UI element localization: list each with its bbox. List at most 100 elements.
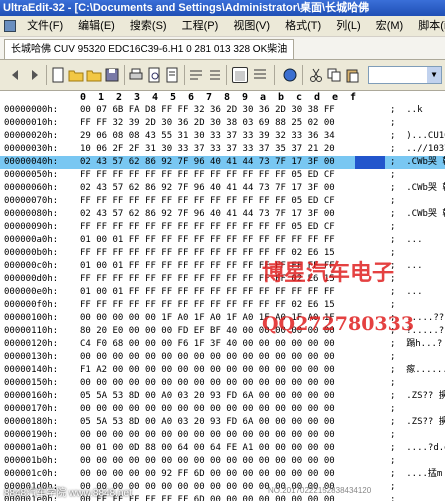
- hex-ascii[interactable]: ; .CWb哭 韩: [390, 182, 445, 195]
- hex-mode-icon[interactable]: [232, 67, 248, 83]
- hex-bytes[interactable]: 01 00 01 FF FF FF FF FF FF FF FF FF FF F…: [80, 286, 335, 299]
- paste-icon[interactable]: [344, 67, 360, 83]
- hex-ascii[interactable]: ;: [390, 169, 395, 182]
- hex-ascii[interactable]: ; .ZS?? 擤j: [390, 416, 445, 429]
- hex-editor[interactable]: 00000000h: 00 07 6B FA D8 FF FF 32 36 2D …: [0, 104, 445, 501]
- hex-row[interactable]: 00000060h: 02 43 57 62 86 92 7F 96 40 41 …: [0, 182, 445, 195]
- hex-bytes[interactable]: F1 A2 00 00 00 00 00 00 00 00 00 00 00 0…: [80, 364, 335, 377]
- hex-bytes[interactable]: 29 06 08 08 43 55 31 30 33 37 33 39 32 3…: [80, 130, 335, 143]
- menu-column[interactable]: 列(L): [330, 16, 366, 36]
- hex-ascii[interactable]: ; ....?d.d: [390, 442, 445, 455]
- hex-bytes[interactable]: 00 00 00 00 00 00 00 00 00 00 00 00 00 0…: [80, 455, 335, 468]
- hex-ascii[interactable]: ;: [390, 117, 395, 130]
- hex-ascii[interactable]: ; ..//1037.: [390, 143, 445, 156]
- hex-ascii[interactable]: ;: [390, 195, 395, 208]
- hex-ascii[interactable]: ; .CWb哭 韩: [390, 156, 445, 169]
- hex-ascii[interactable]: ; ...: [390, 286, 423, 299]
- hex-row[interactable]: 00000090h: FF FF FF FF FF FF FF FF FF FF …: [0, 221, 445, 234]
- forward-arrow-icon[interactable]: [26, 67, 42, 83]
- hex-ascii[interactable]: ;: [390, 351, 395, 364]
- hex-row[interactable]: 00000190h: 00 00 00 00 00 00 00 00 00 00 …: [0, 429, 445, 442]
- hex-row[interactable]: 00000010h: FF FF 32 39 2D 30 36 2D 30 38 …: [0, 117, 445, 130]
- word-wrap-icon[interactable]: [188, 67, 204, 83]
- print-icon[interactable]: [128, 67, 144, 83]
- hex-bytes[interactable]: 00 00 00 00 00 00 00 00 00 00 00 00 00 0…: [80, 351, 335, 364]
- hex-bytes[interactable]: 00 00 00 00 00 00 00 00 00 00 00 00 00 0…: [80, 403, 335, 416]
- hex-ascii[interactable]: ;: [390, 299, 395, 312]
- hex-row[interactable]: 00000120h: C4 F0 68 00 00 00 F6 1F 3F 40 …: [0, 338, 445, 351]
- hex-ascii[interactable]: ;: [390, 481, 395, 494]
- open-folder-2-icon[interactable]: [86, 67, 102, 83]
- hex-row[interactable]: 000000e0h: 01 00 01 FF FF FF FF FF FF FF …: [0, 286, 445, 299]
- hex-row[interactable]: 00000040h: 02 43 57 62 86 92 7F 96 40 41 …: [0, 156, 445, 169]
- hex-row[interactable]: 00000160h: 05 5A 53 8D 00 A0 03 20 93 FD …: [0, 390, 445, 403]
- hex-row[interactable]: 00000030h: 10 06 2F 2F 31 30 33 37 33 37 …: [0, 143, 445, 156]
- menu-edit[interactable]: 编辑(E): [72, 16, 121, 36]
- hex-row[interactable]: 000000a0h: 01 00 01 FF FF FF FF FF FF FF …: [0, 234, 445, 247]
- hex-row[interactable]: 000000f0h: FF FF FF FF FF FF FF FF FF FF …: [0, 299, 445, 312]
- hex-bytes[interactable]: C4 F0 68 00 00 00 F6 1F 3F 40 00 00 00 0…: [80, 338, 335, 351]
- hex-bytes[interactable]: FF FF FF FF FF FF FF FF FF FF FF FF FF 0…: [80, 195, 335, 208]
- hex-bytes[interactable]: 02 43 57 62 86 92 7F 96 40 41 44 73 7F 1…: [80, 156, 335, 169]
- hex-row[interactable]: 00000140h: F1 A2 00 00 00 00 00 00 00 00 …: [0, 364, 445, 377]
- hex-bytes[interactable]: 05 5A 53 8D 00 A0 03 20 93 FD 6A 00 00 0…: [80, 390, 335, 403]
- hex-bytes[interactable]: 00 00 00 00 00 00 00 00 00 00 00 00 00 0…: [80, 429, 335, 442]
- hex-ascii[interactable]: ; .ZS?? 擤j: [390, 390, 445, 403]
- open-folder-icon[interactable]: [68, 67, 84, 83]
- list-lines-icon[interactable]: [206, 67, 222, 83]
- chevron-down-icon[interactable]: ▼: [427, 67, 441, 83]
- hex-ascii[interactable]: ; ...: [390, 260, 423, 273]
- hex-bytes[interactable]: 01 00 01 FF FF FF FF FF FF FF FF FF FF F…: [80, 234, 335, 247]
- hex-row[interactable]: 00000020h: 29 06 08 08 43 55 31 30 33 37 …: [0, 130, 445, 143]
- print-preview-icon[interactable]: [146, 67, 162, 83]
- hex-ascii[interactable]: ;: [390, 403, 395, 416]
- save-icon[interactable]: [104, 67, 120, 83]
- hex-ascii[interactable]: ; ....掹m: [390, 468, 442, 481]
- hex-bytes[interactable]: 00 00 00 00 00 00 00 00 00 00 00 00 00 0…: [80, 377, 335, 390]
- hex-ascii[interactable]: ;: [390, 429, 395, 442]
- hex-bytes[interactable]: FF FF FF FF FF FF FF FF FF FF FF FF FF 0…: [80, 221, 335, 234]
- hex-row[interactable]: 000001b0h: 00 00 00 00 00 00 00 00 00 00 …: [0, 455, 445, 468]
- hex-row[interactable]: 00000130h: 00 00 00 00 00 00 00 00 00 00 …: [0, 351, 445, 364]
- copy-icon[interactable]: [326, 67, 342, 83]
- hex-row[interactable]: 00000180h: 05 5A 53 8D 00 A0 03 20 93 FD …: [0, 416, 445, 429]
- hex-ascii[interactable]: ; )...CU10.: [390, 130, 445, 143]
- column-mode-icon[interactable]: [252, 67, 268, 83]
- hex-ascii[interactable]: ; 瘃......: [390, 364, 445, 377]
- page-setup-icon[interactable]: [164, 67, 180, 83]
- hex-row[interactable]: 000001c0h: 00 00 00 00 00 92 FF 6D 00 00 …: [0, 468, 445, 481]
- hex-row[interactable]: 00000050h: FF FF FF FF FF FF FF FF FF FF …: [0, 169, 445, 182]
- hex-bytes[interactable]: FF FF FF FF FF FF FF FF FF FF FF FF FF 0…: [80, 169, 335, 182]
- browser-globe-icon[interactable]: [282, 67, 298, 83]
- menu-view[interactable]: 视图(V): [227, 16, 276, 36]
- hex-row[interactable]: 00000000h: 00 07 6B FA D8 FF FF 32 36 2D …: [0, 104, 445, 117]
- hex-ascii[interactable]: ;: [390, 377, 395, 390]
- hex-row[interactable]: 000001a0h: 00 01 00 0D 88 00 64 00 64 FE …: [0, 442, 445, 455]
- document-icon[interactable]: [4, 20, 16, 32]
- hex-bytes[interactable]: 02 43 57 62 86 92 7F 96 40 41 44 73 7F 1…: [80, 208, 335, 221]
- file-tab[interactable]: 长城哈佛 CUV 95320 EDC16C39-6.H1 0 281 013 3…: [4, 39, 295, 59]
- hex-bytes[interactable]: FF FF FF FF FF FF FF FF FF FF FF FF FF 0…: [80, 299, 335, 312]
- hex-ascii[interactable]: ; 蹋h...?: [390, 338, 442, 351]
- hex-bytes[interactable]: 02 43 57 62 86 92 7F 96 40 41 44 73 7F 1…: [80, 182, 335, 195]
- menu-file[interactable]: 文件(F): [21, 16, 69, 36]
- new-file-icon[interactable]: [50, 67, 66, 83]
- hex-bytes[interactable]: FF FF 32 39 2D 30 36 2D 30 38 03 69 88 2…: [80, 117, 335, 130]
- hex-row[interactable]: 00000150h: 00 00 00 00 00 00 00 00 00 00 …: [0, 377, 445, 390]
- search-combo[interactable]: ▼: [368, 66, 442, 84]
- hex-row[interactable]: 00000080h: 02 43 57 62 86 92 7F 96 40 41 …: [0, 208, 445, 221]
- menu-format[interactable]: 格式(T): [279, 16, 327, 36]
- menu-project[interactable]: 工程(P): [176, 16, 225, 36]
- hex-ascii[interactable]: ; ...: [390, 234, 423, 247]
- hex-bytes[interactable]: 00 07 6B FA D8 FF FF 32 36 2D 30 36 2D 3…: [80, 104, 335, 117]
- hex-ascii[interactable]: ;: [390, 221, 395, 234]
- hex-bytes[interactable]: 00 00 00 00 00 92 FF 6D 00 00 00 00 00 0…: [80, 468, 335, 481]
- hex-bytes[interactable]: 10 06 2F 2F 31 30 33 37 33 37 33 37 35 3…: [80, 143, 335, 156]
- hex-bytes[interactable]: 05 5A 53 8D 00 A0 03 20 93 FD 6A 00 00 0…: [80, 416, 335, 429]
- back-arrow-icon[interactable]: [8, 67, 24, 83]
- menu-macro[interactable]: 宏(M): [370, 16, 410, 36]
- hex-row[interactable]: 00000170h: 00 00 00 00 00 00 00 00 00 00 …: [0, 403, 445, 416]
- hex-bytes[interactable]: 00 01 00 0D 88 00 64 00 64 FE A1 00 00 0…: [80, 442, 335, 455]
- cut-icon[interactable]: [308, 67, 324, 83]
- hex-ascii[interactable]: ; .CWb哭 韩: [390, 208, 445, 221]
